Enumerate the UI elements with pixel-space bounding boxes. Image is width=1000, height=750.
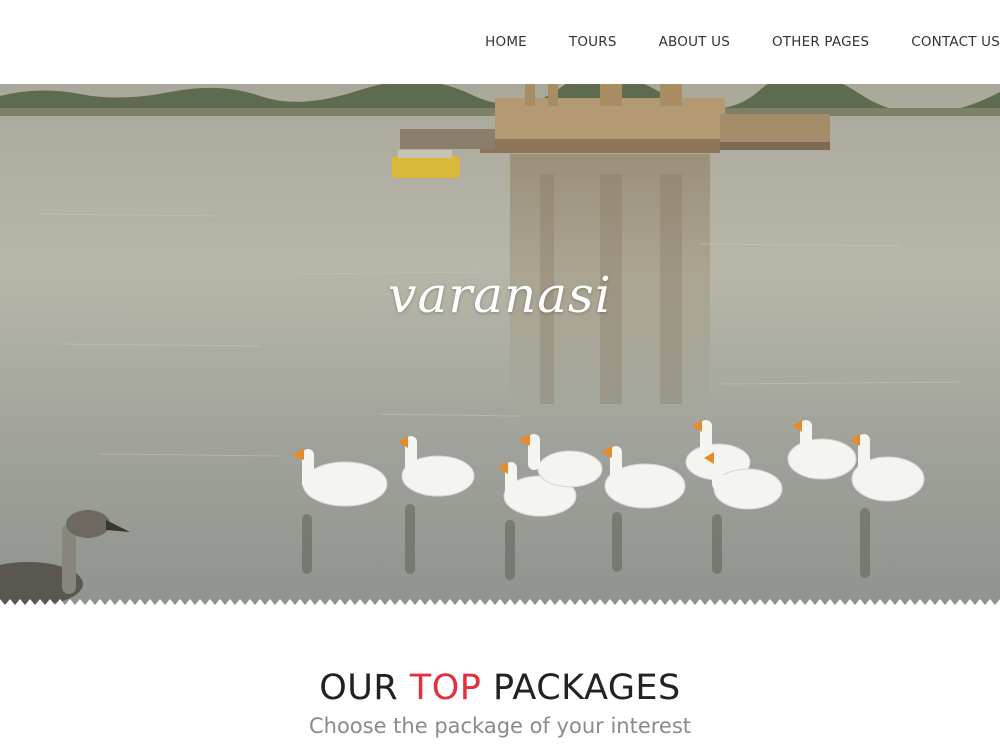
hero-title: varanasi: [388, 266, 612, 324]
nav-tours-link[interactable]: TOURS: [569, 32, 617, 52]
hero-lake-image: [0, 84, 1000, 605]
packages-title-suffix: PACKAGES: [481, 668, 681, 708]
hero-banner: varanasi: [0, 84, 1000, 605]
packages-title-prefix: OUR: [319, 668, 410, 708]
nav-home-link[interactable]: HOME: [485, 32, 527, 52]
packages-title-accent: TOP: [409, 668, 482, 708]
nav-other-pages-link[interactable]: OTHER PAGES: [772, 32, 869, 52]
packages-title: OUR TOP PACKAGES: [0, 668, 1000, 708]
nav-about-link[interactable]: ABOUT US: [659, 32, 730, 52]
main-nav: HOME TOURS ABOUT US OTHER PAGES CONTACT …: [485, 32, 1000, 52]
site-header: HOME TOURS ABOUT US OTHER PAGES CONTACT …: [0, 0, 1000, 84]
packages-subtitle: Choose the package of your interest: [308, 714, 692, 738]
nav-contact-link[interactable]: CONTACT US: [911, 32, 1000, 52]
